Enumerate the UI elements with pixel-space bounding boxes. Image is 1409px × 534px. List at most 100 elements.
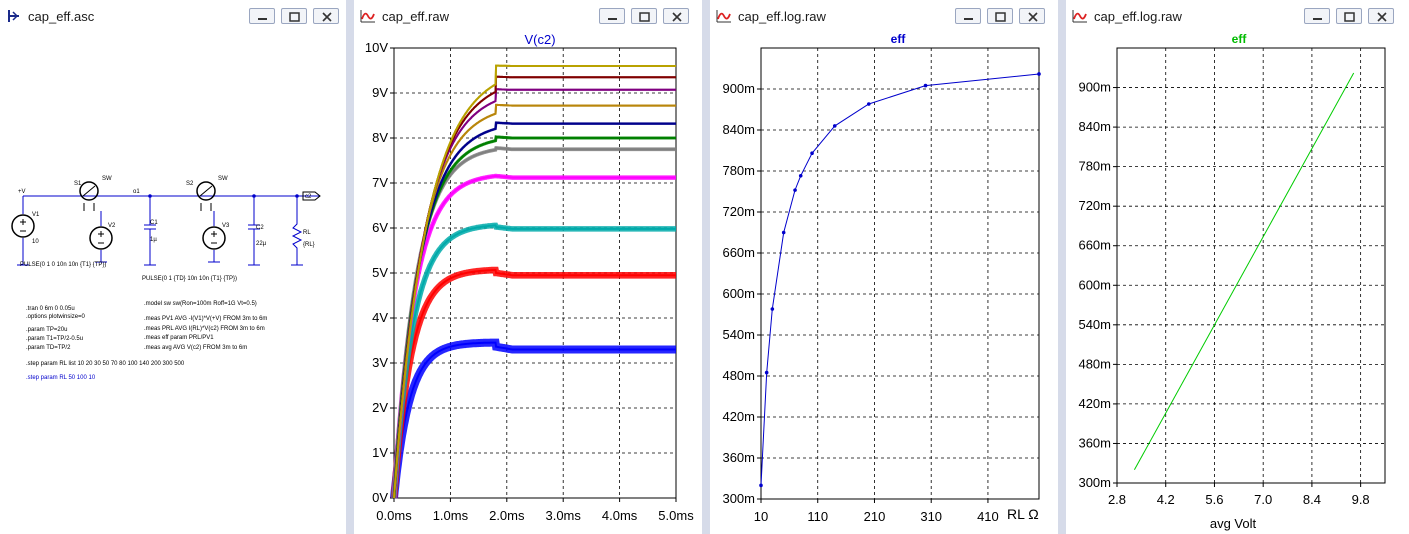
eff-plot-window: cap_eff.log.raw eff RL Ω 10 110 210 310 410 3… (710, 0, 1058, 534)
chart-title[interactable]: eff (1232, 32, 1248, 46)
cap-c2-value: 22µ (256, 241, 267, 247)
window-divider (1058, 0, 1066, 534)
x-tick-label: 9.8 (1352, 492, 1370, 507)
y-tick-label: 3V (372, 355, 388, 370)
source-v3-label: V3 (222, 223, 230, 229)
y-tick-label: 2V (372, 400, 388, 415)
directive-line: .meas avg AVG V(c2) FROM 3m to 6m (144, 345, 248, 351)
x-tick-label: 7.0 (1254, 492, 1272, 507)
data-point (866, 102, 871, 106)
x-tick-label: 4.2 (1157, 492, 1175, 507)
directive-line: .param T1=TP/2-0.5u (26, 336, 84, 342)
y-tick-label: 840m (1078, 119, 1111, 134)
y-tick-label: 300m (722, 491, 755, 506)
waveform-window: cap_eff.raw 0.0ms 1.0ms 2.0ms 3.0ms 4.0ms 5.0… (354, 0, 702, 534)
close-button[interactable] (663, 8, 689, 24)
y-tick-label: 780m (1078, 159, 1111, 174)
schematic-window: cap_eff.asc +V o1 c2 S1 SW S2 SW V1 10 V… (0, 0, 346, 534)
y-tick-label: 660m (722, 245, 755, 260)
x-tick-label: 1.0ms (433, 508, 469, 523)
y-tick-label: 420m (722, 409, 755, 424)
data-point (923, 83, 928, 88)
maximize-button[interactable] (1336, 8, 1362, 24)
cap-c2-label: C2 (256, 225, 264, 231)
y-tick-label: 8V (372, 130, 388, 145)
pulse-v3-spec: PULSE(0 1 {TD} 10n 10n {T1} {TP}) (142, 276, 238, 282)
y-tick-label: 6V (372, 220, 388, 235)
data-point (1037, 72, 1041, 76)
cap-c1-value: 1µ (150, 237, 157, 243)
directive-line: .param TD=TP/2 (26, 345, 71, 351)
close-icon (1377, 12, 1387, 22)
y-tick-label: 300m (1078, 475, 1111, 490)
chart-title[interactable]: V(c2) (524, 32, 555, 47)
close-button[interactable] (1019, 8, 1045, 24)
window-divider (346, 0, 354, 534)
x-tick-label: 8.4 (1303, 492, 1321, 507)
window-divider (702, 0, 710, 534)
minimize-icon (608, 18, 617, 20)
maximize-button[interactable] (631, 8, 657, 24)
y-tick-label: 720m (722, 204, 755, 219)
plot-area (1116, 47, 1386, 484)
minimize-button[interactable] (955, 8, 981, 24)
y-tick-label: 10V (365, 40, 388, 55)
net-label-o1: o1 (133, 189, 140, 195)
data-point (798, 173, 803, 178)
x-tick-label: 310 (920, 509, 942, 524)
waveform-icon (716, 10, 731, 23)
switch-s2-label: S2 (186, 181, 194, 187)
waveform-chart[interactable]: 0.0ms 1.0ms 2.0ms 3.0ms 4.0ms 5.0ms 0V 1V 2V 3V 4V… (354, 32, 702, 534)
data-point (781, 230, 786, 235)
eff-chart[interactable]: eff RL Ω 10 110 210 310 410 300m 360m 420m 480m 5… (710, 32, 1058, 534)
y-tick-label: 900m (1078, 80, 1111, 95)
source-v1-label: V1 (32, 212, 40, 218)
switch-s1-model: SW (102, 176, 112, 182)
x-tick-label: 2.8 (1108, 492, 1126, 507)
close-button[interactable] (1368, 8, 1394, 24)
plot-area (760, 47, 1040, 500)
net-label-c2: c2 (305, 194, 312, 200)
schematic-canvas[interactable]: +V o1 c2 S1 SW S2 SW V1 10 V2 V3 C1 1µ C… (0, 0, 346, 300)
x-axis-label: avg Volt (1210, 516, 1257, 531)
chart-title[interactable]: eff (891, 32, 907, 46)
data-point (759, 483, 763, 488)
minimize-button[interactable] (599, 8, 625, 24)
y-tick-label: 660m (1078, 238, 1111, 253)
minimize-button[interactable] (1304, 8, 1330, 24)
data-point (793, 188, 797, 192)
y-tick-label: 360m (722, 450, 755, 465)
x-tick-label: 2.0ms (489, 508, 525, 523)
avg-plot-title: cap_eff.log.raw (1094, 9, 1182, 24)
y-tick-label: 420m (1078, 396, 1111, 411)
y-tick-label: 720m (1078, 198, 1111, 213)
maximize-icon (1344, 12, 1355, 22)
resistor-rl-label: RL (303, 230, 311, 236)
data-point (832, 124, 837, 128)
switch-s2-model: SW (218, 176, 228, 182)
directive-line: .meas PV1 AVG -I(V1)*V(+V) FROM 3m to 6m (144, 316, 268, 322)
x-tick-label: 3.0ms (545, 508, 581, 523)
x-tick-label: 4.0ms (602, 508, 638, 523)
maximize-button[interactable] (987, 8, 1013, 24)
step-directive-active: .step param RL 50 100 10 (26, 375, 96, 381)
directive-line: .meas eff param PRL/PV1 (144, 335, 214, 341)
y-tick-label: 540m (722, 327, 755, 342)
waveform-titlebar[interactable]: cap_eff.raw (354, 0, 702, 32)
x-tick-label: 5.6 (1205, 492, 1223, 507)
y-tick-label: 360m (1078, 435, 1111, 450)
pulse-v2-spec: PULSE(0 1 0 10n 10n {T1} {TP}) (20, 262, 107, 268)
x-tick-label: 410 (977, 509, 999, 524)
source-v2-label: V2 (108, 223, 116, 229)
close-icon (1028, 12, 1038, 22)
eff-plot-titlebar[interactable]: cap_eff.log.raw (710, 0, 1058, 32)
directive-line: .meas PRL AVG I(RL)*V(c2) FROM 3m to 6m (144, 326, 265, 332)
avg-plot-titlebar[interactable]: cap_eff.log.raw (1066, 0, 1409, 32)
avg-chart[interactable]: eff avg Volt 2.8 4.2 5.6 7.0 8.4 9.8 300m 360m 4… (1066, 32, 1409, 534)
minimize-icon (964, 18, 973, 20)
net-label-vplus: +V (18, 189, 26, 195)
x-tick-label: 5.0ms (658, 508, 694, 523)
y-tick-label: 600m (1078, 277, 1111, 292)
data-point (810, 151, 814, 156)
eff-plot-title: cap_eff.log.raw (738, 9, 826, 24)
